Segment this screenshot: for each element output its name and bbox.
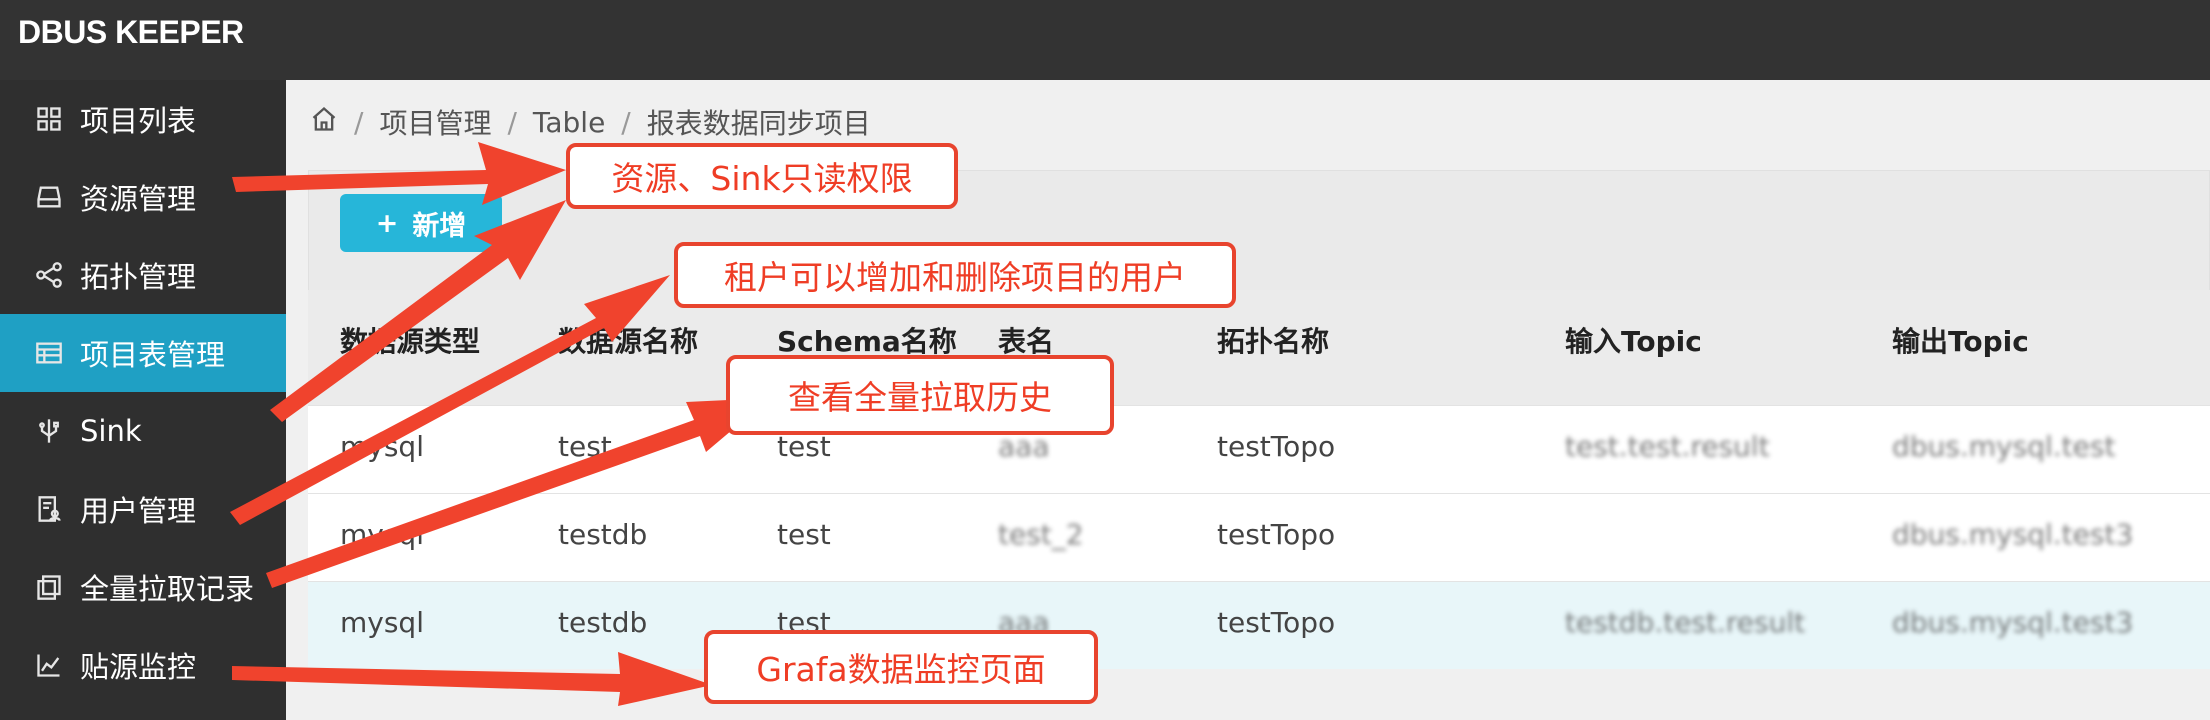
sidebar-item-label: 项目列表 xyxy=(80,104,197,138)
add-button-label: 新增 xyxy=(412,210,467,242)
column-header[interactable]: 数据源名称 xyxy=(558,320,698,360)
callout-tenant: 租户可以增加和删除项目的用户 xyxy=(674,242,1236,308)
table-icon xyxy=(34,338,64,368)
sidebar-item-sink[interactable]: Sink xyxy=(0,392,286,470)
sidebar-item-resources[interactable]: 资源管理 xyxy=(0,158,286,236)
usb-icon xyxy=(34,416,64,446)
add-button[interactable]: + 新增 xyxy=(340,194,502,252)
share-icon xyxy=(34,260,64,290)
sidebar-item-users[interactable]: 用户管理 xyxy=(0,470,286,548)
callout-readonly: 资源、Sink只读权限 xyxy=(566,143,958,209)
sidebar-item-label: Sink xyxy=(80,414,142,448)
sidebar-item-monitor[interactable]: 贴源监控 xyxy=(0,626,286,704)
table-cell: mysql xyxy=(340,518,424,551)
sidebar-item-label: 资源管理 xyxy=(80,182,197,216)
plus-icon: + xyxy=(375,207,399,239)
breadcrumb-separator: / xyxy=(507,105,517,139)
table-header: 数据源类型 数据源名称 Schema名称 表名 拓扑名称 输入Topic 输出T… xyxy=(308,290,2210,405)
sidebar-item-fullpull-records[interactable]: 全量拉取记录 xyxy=(0,548,286,626)
copy-icon xyxy=(34,572,64,602)
breadcrumb-item[interactable]: Table xyxy=(533,106,605,139)
table-cell: mysql xyxy=(340,430,424,463)
column-header[interactable]: 数据源类型 xyxy=(340,320,480,360)
column-header[interactable]: 输入Topic xyxy=(1565,320,1702,360)
table-cell: testdb xyxy=(558,606,648,639)
breadcrumb-separator: / xyxy=(354,105,364,139)
table-cell: testTopo xyxy=(1217,518,1336,551)
column-header[interactable]: Schema名称 xyxy=(777,320,957,360)
callout-grafana: Grafa数据监控页面 xyxy=(704,630,1098,704)
sidebar-item-label: 贴源监控 xyxy=(80,650,197,684)
table-cell: testdb.test.result xyxy=(1565,606,1806,639)
table-cell: testTopo xyxy=(1217,430,1336,463)
table-cell: testTopo xyxy=(1217,606,1336,639)
breadcrumb-item[interactable]: 项目管理 xyxy=(379,102,491,142)
chart-icon xyxy=(34,650,64,680)
callout-history: 查看全量拉取历史 xyxy=(726,355,1114,435)
app-title: DBUS KEEPER xyxy=(18,14,244,50)
table-cell: test xyxy=(777,518,831,551)
breadcrumb-separator: / xyxy=(621,105,631,139)
column-header[interactable]: 输出Topic xyxy=(1892,320,2029,360)
table-cell: dbus.mysql.test xyxy=(1892,430,2116,463)
table-cell: dbus.mysql.test3 xyxy=(1892,518,2134,551)
column-header[interactable]: 拓扑名称 xyxy=(1217,320,1329,360)
table-cell: test xyxy=(558,430,612,463)
table-row[interactable]: mysql testdb test aaa testTopo testdb.te… xyxy=(308,581,2210,669)
table-row[interactable]: mysql test test aaa testTopo test.test.r… xyxy=(308,405,2210,493)
page: DBUS KEEPER 项目列表 资源管理 拓扑管理 项目表管理 Sink 用户… xyxy=(0,0,2210,720)
home-icon[interactable] xyxy=(310,105,338,140)
sidebar-item-project-tables[interactable]: 项目表管理 xyxy=(0,314,286,392)
sidebar-item-topology[interactable]: 拓扑管理 xyxy=(0,236,286,314)
breadcrumb-item-current: 报表数据同步项目 xyxy=(646,107,871,140)
top-bar: DBUS KEEPER xyxy=(0,0,2210,80)
sidebar: 项目列表 资源管理 拓扑管理 项目表管理 Sink 用户管理 全量拉取记录 贴源… xyxy=(0,80,286,720)
grid-icon xyxy=(34,104,64,134)
table-cell: test_2 xyxy=(998,518,1084,551)
sidebar-item-label: 全量拉取记录 xyxy=(80,572,255,606)
table-cell: test.test.result xyxy=(1565,430,1770,463)
table-cell: mysql xyxy=(340,606,424,639)
sidebar-item-label: 用户管理 xyxy=(80,494,197,528)
sidebar-item-projects[interactable]: 项目列表 xyxy=(0,80,286,158)
sidebar-item-label: 项目表管理 xyxy=(80,338,226,372)
column-header[interactable]: 表名 xyxy=(998,320,1054,360)
table-cell: testdb xyxy=(558,518,648,551)
breadcrumb: / 项目管理 / Table / 报表数据同步项目 xyxy=(310,102,871,142)
user-doc-icon xyxy=(34,494,64,524)
drive-icon xyxy=(34,182,64,212)
table-cell: dbus.mysql.test3 xyxy=(1892,606,2134,639)
table-row[interactable]: mysql testdb test test_2 testTopo dbus.m… xyxy=(308,493,2210,581)
sidebar-item-label: 拓扑管理 xyxy=(80,260,197,294)
